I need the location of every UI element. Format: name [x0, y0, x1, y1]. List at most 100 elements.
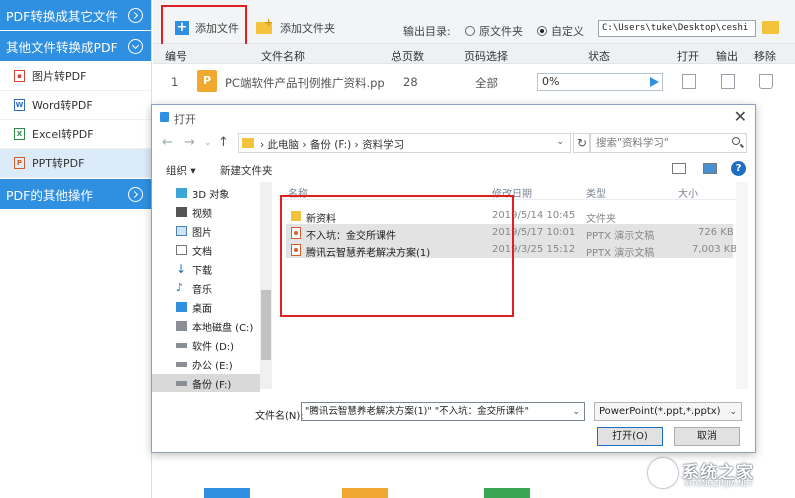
radio-label: 自定义 — [551, 25, 584, 38]
tree-item-videos[interactable]: 视频 — [176, 203, 272, 221]
tree-item-pictures[interactable]: 图片 — [176, 222, 272, 240]
watermark-logo — [648, 458, 678, 488]
ppt-file-icon: P — [197, 70, 217, 92]
browse-folder-icon[interactable] — [762, 21, 779, 34]
drive-icon — [176, 361, 187, 367]
desktop-icon — [176, 302, 187, 312]
add-folder-button[interactable]: 添加文件夹 — [256, 16, 335, 36]
col-header: 页码选择 — [464, 50, 508, 63]
filename-value: "腾讯云智慧养老解决方案(1)" "不入坑：金交所课件" — [305, 406, 529, 417]
tree-label: 备份 (F:) — [192, 379, 232, 391]
radio-label: 原文件夹 — [479, 25, 523, 38]
file-type: 文件夹 — [586, 214, 616, 225]
sidebar-item-ppt-to-pdf[interactable]: P PPT转PDF — [0, 149, 151, 178]
tree-label: 图片 — [192, 227, 212, 239]
preview-pane-icon[interactable] — [703, 163, 717, 174]
app-icon — [160, 112, 169, 122]
bottom-action-icon[interactable] — [204, 488, 250, 498]
watermark: 系统之家 XITONGZHIJIA.NET — [640, 454, 790, 494]
tree-item-drive-d[interactable]: 软件 (D:) — [176, 336, 272, 354]
play-icon[interactable] — [650, 77, 659, 87]
filename-input[interactable]: "腾讯云智慧养老解决方案(1)" "不入坑：金交所课件" ⌄ — [301, 402, 585, 421]
drive-icon — [176, 342, 187, 348]
chevron-down-icon[interactable]: ⌄ — [556, 137, 564, 147]
row-index: 1 — [171, 75, 179, 89]
tree-item-documents[interactable]: 文档 — [176, 241, 272, 259]
export-icon[interactable] — [721, 74, 735, 89]
watermark-url: XITONGZHIJIA.NET — [684, 479, 753, 488]
close-icon[interactable]: ✕ — [734, 107, 747, 126]
bottom-action-icon[interactable] — [342, 488, 388, 498]
chevron-down-icon[interactable] — [128, 39, 143, 54]
breadcrumb-item[interactable]: 资料学习 — [362, 139, 404, 151]
tree-label: 文档 — [192, 246, 212, 258]
help-icon[interactable]: ? — [731, 161, 746, 176]
cancel-button[interactable]: 取消 — [674, 427, 740, 446]
filetype-select[interactable]: PowerPoint(*.ppt,*.pptx) ⌄ — [594, 402, 742, 421]
chevron-right-icon[interactable] — [128, 8, 143, 23]
open-file-dialog: 打开 ✕ ← → ⌄ ↑ › 此电脑 › 备份 (F:) › 资料学习 ⌄ ↻ … — [151, 104, 756, 453]
col-header: 总页数 — [391, 50, 424, 63]
radio-icon[interactable] — [465, 26, 475, 36]
progress-value: 0% — [542, 75, 560, 88]
highlight-annotation — [161, 5, 247, 46]
sidebar-section-pdf-to-other[interactable]: PDF转换成其它文件 — [0, 0, 151, 31]
tree-label: 音乐 — [192, 284, 212, 296]
radio-custom[interactable]: 自定义 — [537, 23, 584, 39]
output-path-input[interactable]: C:\Users\tuke\Desktop\ceshi — [598, 20, 756, 37]
up-arrow-icon[interactable]: ↑ — [218, 135, 229, 150]
open-external-icon[interactable] — [682, 74, 696, 89]
organize-button[interactable]: 组织 ▾ — [166, 163, 196, 178]
tree-label: 办公 (E:) — [192, 360, 233, 372]
search-input[interactable]: 搜索"资料学习" — [589, 133, 747, 153]
filename-label: 文件名(N): — [255, 411, 304, 422]
tree-item-3d-objects[interactable]: 3D 对象 — [176, 184, 272, 202]
command-bar: 组织 ▾ 新建文件夹 ? — [152, 159, 755, 179]
chevron-right-icon[interactable] — [128, 187, 143, 202]
chevron-down-icon[interactable]: ⌄ — [729, 404, 737, 421]
filetype-value: PowerPoint(*.ppt,*.pptx) — [599, 406, 721, 417]
sidebar-item-word-to-pdf[interactable]: W Word转PDF — [0, 91, 151, 120]
sidebar-section-other-to-pdf[interactable]: 其他文件转换成PDF — [0, 31, 151, 62]
tree-item-music[interactable]: ♪ 音乐 — [176, 279, 272, 297]
table-row[interactable]: 1 P PC端软件产品刊例推广资料.pp 28 全部 0% — [153, 64, 795, 100]
col-header-size[interactable]: 大小 — [678, 185, 698, 200]
sidebar-item-excel-to-pdf[interactable]: X Excel转PDF — [0, 120, 151, 149]
music-icon: ♪ — [176, 281, 184, 294]
col-header: 编号 — [165, 50, 187, 63]
file-list-scrollbar[interactable] — [736, 182, 748, 389]
bottom-action-icon[interactable] — [484, 488, 530, 498]
radio-selected-icon[interactable] — [537, 26, 547, 36]
sidebar-section-label: PDF转换成其它文件 — [6, 8, 118, 24]
col-header: 输出 — [716, 50, 738, 63]
view-options-icon[interactable] — [672, 163, 686, 174]
forward-arrow-icon[interactable]: → — [184, 135, 195, 150]
breadcrumb-item[interactable]: 备份 (F:) — [310, 139, 351, 151]
dialog-titlebar: 打开 ✕ — [152, 105, 755, 129]
sidebar-section-pdf-other-ops[interactable]: PDF的其他操作 — [0, 179, 151, 210]
row-page-range[interactable]: 全部 — [475, 75, 498, 91]
tree-scrollbar-thumb[interactable] — [261, 290, 271, 360]
tree-item-drive-e[interactable]: 办公 (E:) — [176, 355, 272, 373]
breadcrumb-item[interactable]: 此电脑 — [268, 139, 300, 151]
trash-icon[interactable] — [759, 74, 773, 89]
address-bar[interactable]: › 此电脑 › 备份 (F:) › 资料学习 ⌄ — [238, 133, 571, 153]
recent-locations-icon[interactable]: ⌄ — [204, 138, 212, 148]
chevron-down-icon[interactable]: ⌄ — [572, 404, 580, 420]
col-header: 文件名称 — [261, 50, 305, 63]
sidebar-item-image-to-pdf[interactable]: ▪ 图片转PDF — [0, 62, 151, 91]
tree-label: 软件 (D:) — [192, 341, 235, 353]
add-folder-label: 添加文件夹 — [280, 22, 335, 35]
tree-item-downloads[interactable]: ↓ 下载 — [176, 260, 272, 278]
drive-icon — [176, 380, 187, 386]
tree-item-drive-f[interactable]: 备份 (F:) — [152, 374, 260, 392]
radio-original-folder[interactable]: 原文件夹 — [465, 23, 523, 39]
back-arrow-icon[interactable]: ← — [162, 135, 173, 150]
tree-label: 本地磁盘 (C:) — [192, 322, 254, 334]
col-header-type[interactable]: 类型 — [586, 185, 606, 200]
sidebar-section-label: PDF的其他操作 — [6, 187, 93, 203]
new-folder-button[interactable]: 新建文件夹 — [220, 163, 273, 178]
open-button[interactable]: 打开(O) — [597, 427, 663, 446]
tree-item-desktop[interactable]: 桌面 — [176, 298, 272, 316]
tree-item-drive-c[interactable]: 本地磁盘 (C:) — [176, 317, 272, 335]
